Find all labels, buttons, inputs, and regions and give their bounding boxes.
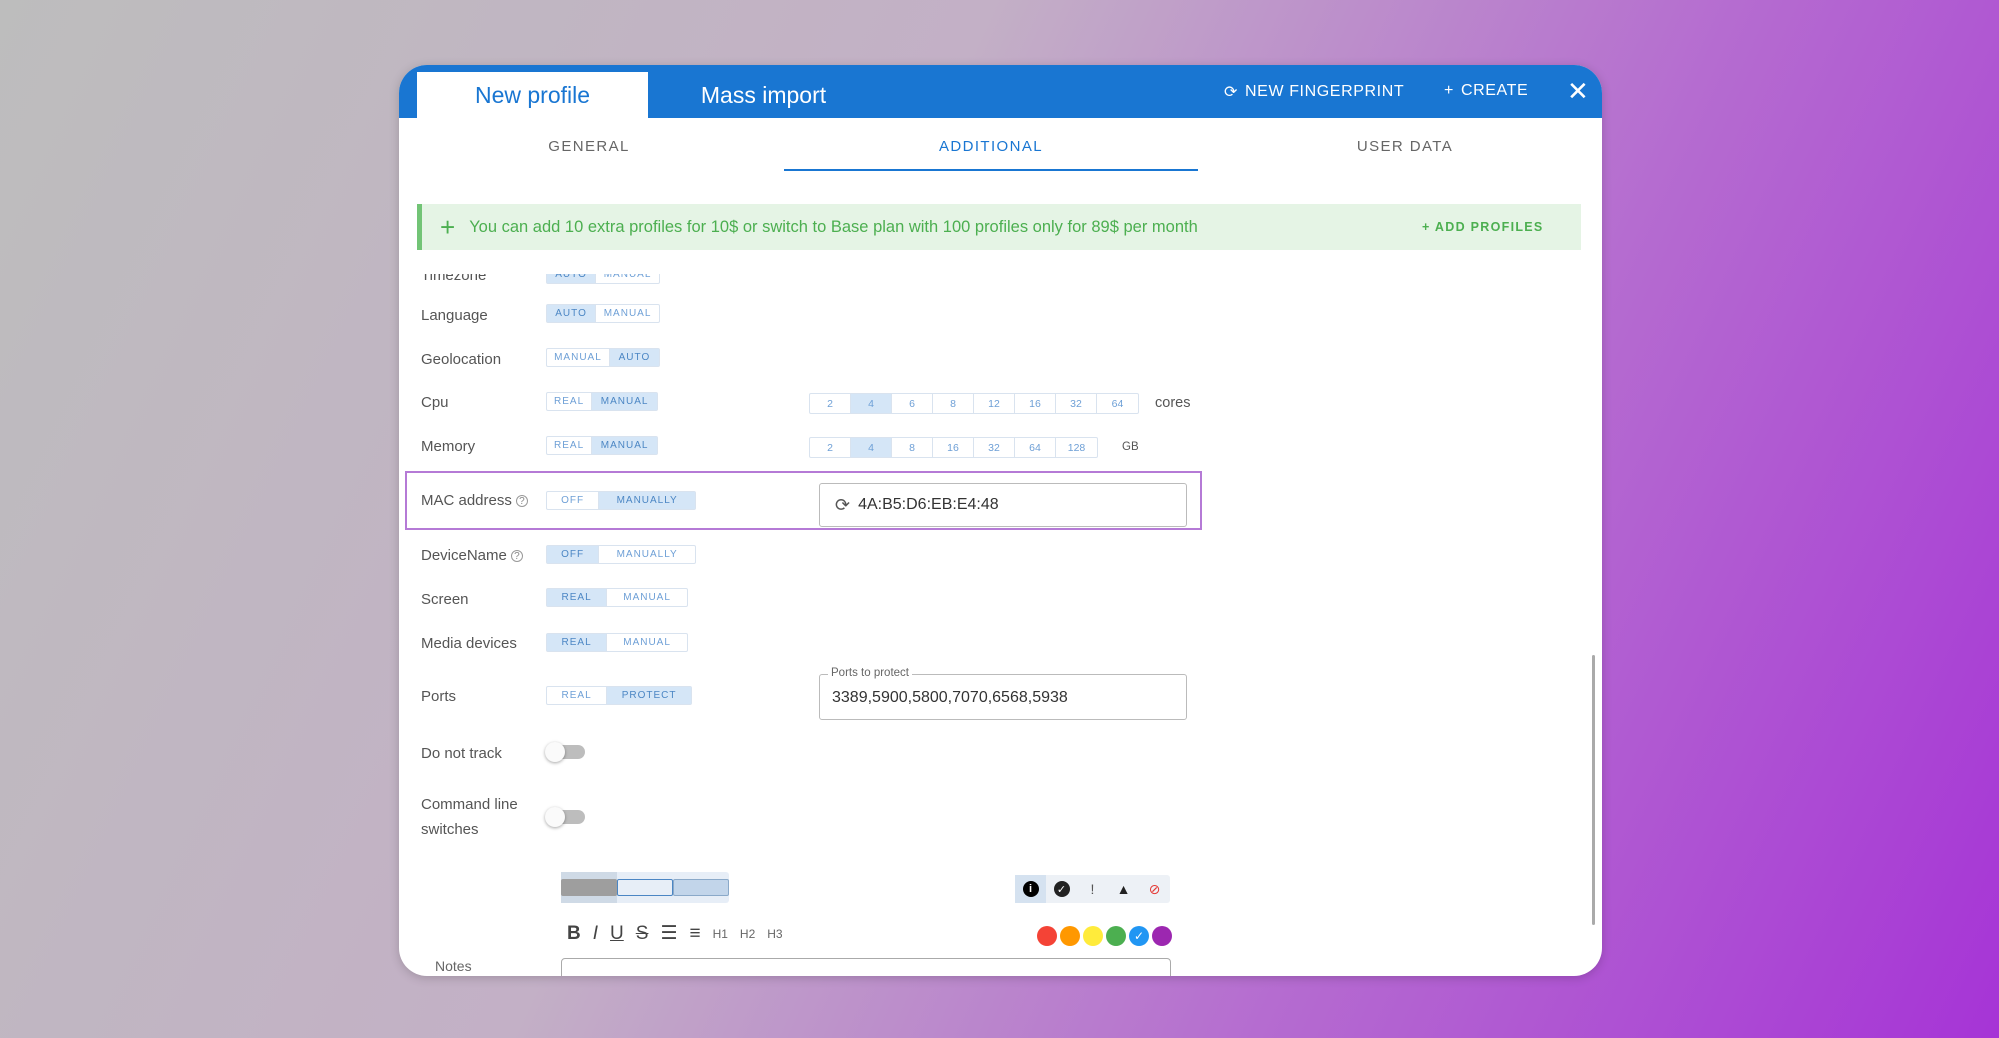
warning-icon[interactable]: ▲: [1108, 875, 1139, 903]
color-blue[interactable]: ✓: [1129, 926, 1149, 946]
language-label: Language: [421, 307, 488, 324]
tab-mass-import[interactable]: Mass import: [648, 72, 879, 118]
close-icon[interactable]: ✕: [1567, 78, 1589, 104]
command-line-label-2: switches: [421, 821, 479, 838]
note-color-selector: ✓: [1037, 926, 1172, 946]
filled-square-icon: [561, 879, 617, 896]
style-filled[interactable]: [561, 872, 617, 903]
media-devices-toggle[interactable]: REAL MANUAL: [546, 633, 688, 652]
tab-new-profile[interactable]: New profile: [417, 72, 648, 118]
notes-toolbar: B I U S ☰ ≡ H1 H2 H3: [567, 922, 783, 945]
outlined-square-icon: [617, 879, 673, 896]
tab-additional[interactable]: ADDITIONAL: [784, 138, 1198, 155]
memory-selector[interactable]: 2 4 8 16 32 64 128: [809, 437, 1098, 458]
notes-label: Notes: [435, 958, 472, 974]
upgrade-banner: + You can add 10 extra profiles for 10$ …: [417, 204, 1581, 250]
mac-address-label: MAC address?: [421, 492, 528, 509]
cpu-label: Cpu: [421, 394, 449, 411]
tab-user-data[interactable]: USER DATA: [1198, 138, 1602, 155]
italic-button[interactable]: I: [593, 923, 598, 945]
cpu-cores-selector[interactable]: 2 4 6 8 12 16 32 64: [809, 393, 1139, 414]
ports-value: 3389,5900,5800,7070,6568,5938: [832, 689, 1068, 706]
note-style-selector[interactable]: [561, 872, 729, 903]
light-square-icon: [673, 879, 729, 896]
memory-label: Memory: [421, 438, 476, 455]
geolocation-label: Geolocation: [421, 351, 502, 368]
ports-field-label: Ports to protect: [828, 667, 912, 679]
ban-icon[interactable]: ⊘: [1139, 875, 1170, 903]
refresh-icon[interactable]: ⟳: [835, 495, 850, 516]
note-icon-selector[interactable]: i ✓ ! ▲ ⊘: [1015, 875, 1170, 903]
color-yellow[interactable]: [1083, 926, 1103, 946]
media-devices-label: Media devices: [421, 635, 517, 652]
ports-label: Ports: [421, 688, 457, 705]
underline-button[interactable]: U: [610, 923, 624, 945]
check-icon[interactable]: ✓: [1046, 875, 1077, 903]
h3-button[interactable]: H3: [767, 927, 782, 941]
bold-button[interactable]: B: [567, 923, 581, 945]
memory-unit: GB: [1122, 441, 1139, 453]
refresh-icon: ⟳: [1224, 84, 1239, 101]
plus-icon: +: [440, 212, 456, 242]
banner-text: You can add 10 extra profiles for 10$ or…: [469, 217, 1198, 236]
numbered-list-icon[interactable]: ≡: [689, 923, 700, 945]
notes-input[interactable]: [561, 958, 1171, 976]
h1-button[interactable]: H1: [713, 927, 728, 941]
h2-button[interactable]: H2: [740, 927, 755, 941]
active-tab-indicator: [784, 169, 1198, 171]
device-name-toggle[interactable]: OFF MANUALLY: [546, 545, 696, 564]
language-toggle[interactable]: AUTO MANUAL: [546, 304, 660, 323]
bullet-list-icon[interactable]: ☰: [660, 922, 677, 945]
ports-to-protect-input[interactable]: Ports to protect 3389,5900,5800,7070,656…: [819, 667, 1187, 720]
ports-toggle[interactable]: REAL PROTECT: [546, 686, 692, 705]
device-name-label: DeviceName?: [421, 547, 523, 564]
command-line-switch[interactable]: [545, 807, 585, 827]
new-profile-dialog: New profile Mass import ⟳ NEW FINGERPRIN…: [399, 65, 1602, 976]
geolocation-toggle[interactable]: MANUAL AUTO: [546, 348, 660, 367]
timezone-label: Timezone: [421, 267, 487, 284]
new-fingerprint-button[interactable]: ⟳ NEW FINGERPRINT: [1224, 82, 1404, 102]
create-button[interactable]: + CREATE: [1444, 82, 1528, 100]
plus-icon: +: [1444, 82, 1454, 99]
help-icon[interactable]: ?: [510, 550, 523, 563]
timezone-toggle[interactable]: AUTO MANUAL: [546, 274, 660, 284]
cpu-unit: cores: [1155, 395, 1191, 411]
style-outlined[interactable]: [617, 872, 673, 903]
exclamation-icon[interactable]: !: [1077, 875, 1108, 903]
color-red[interactable]: [1037, 926, 1057, 946]
tab-general[interactable]: GENERAL: [399, 138, 779, 155]
info-icon[interactable]: i: [1015, 875, 1046, 903]
color-purple[interactable]: [1152, 926, 1172, 946]
add-profiles-button[interactable]: + ADD PROFILES: [1422, 220, 1544, 234]
color-green[interactable]: [1106, 926, 1126, 946]
do-not-track-switch[interactable]: [545, 742, 585, 762]
command-line-label: Command line: [421, 796, 518, 813]
screen-toggle[interactable]: REAL MANUAL: [546, 588, 688, 607]
help-icon[interactable]: ?: [515, 495, 528, 508]
mac-address-input[interactable]: ⟳ 4A:B5:D6:EB:E4:48: [819, 483, 1187, 527]
screen-label: Screen: [421, 591, 469, 608]
scrollbar[interactable]: [1592, 655, 1595, 925]
mac-address-toggle[interactable]: OFF MANUALLY: [546, 491, 696, 510]
color-orange[interactable]: [1060, 926, 1080, 946]
memory-toggle[interactable]: REAL MANUAL: [546, 436, 658, 455]
cpu-toggle[interactable]: REAL MANUAL: [546, 392, 658, 411]
style-light[interactable]: [673, 872, 729, 903]
strikethrough-button[interactable]: S: [636, 923, 649, 945]
do-not-track-label: Do not track: [421, 745, 502, 762]
dialog-header: New profile Mass import ⟳ NEW FINGERPRIN…: [399, 65, 1602, 118]
